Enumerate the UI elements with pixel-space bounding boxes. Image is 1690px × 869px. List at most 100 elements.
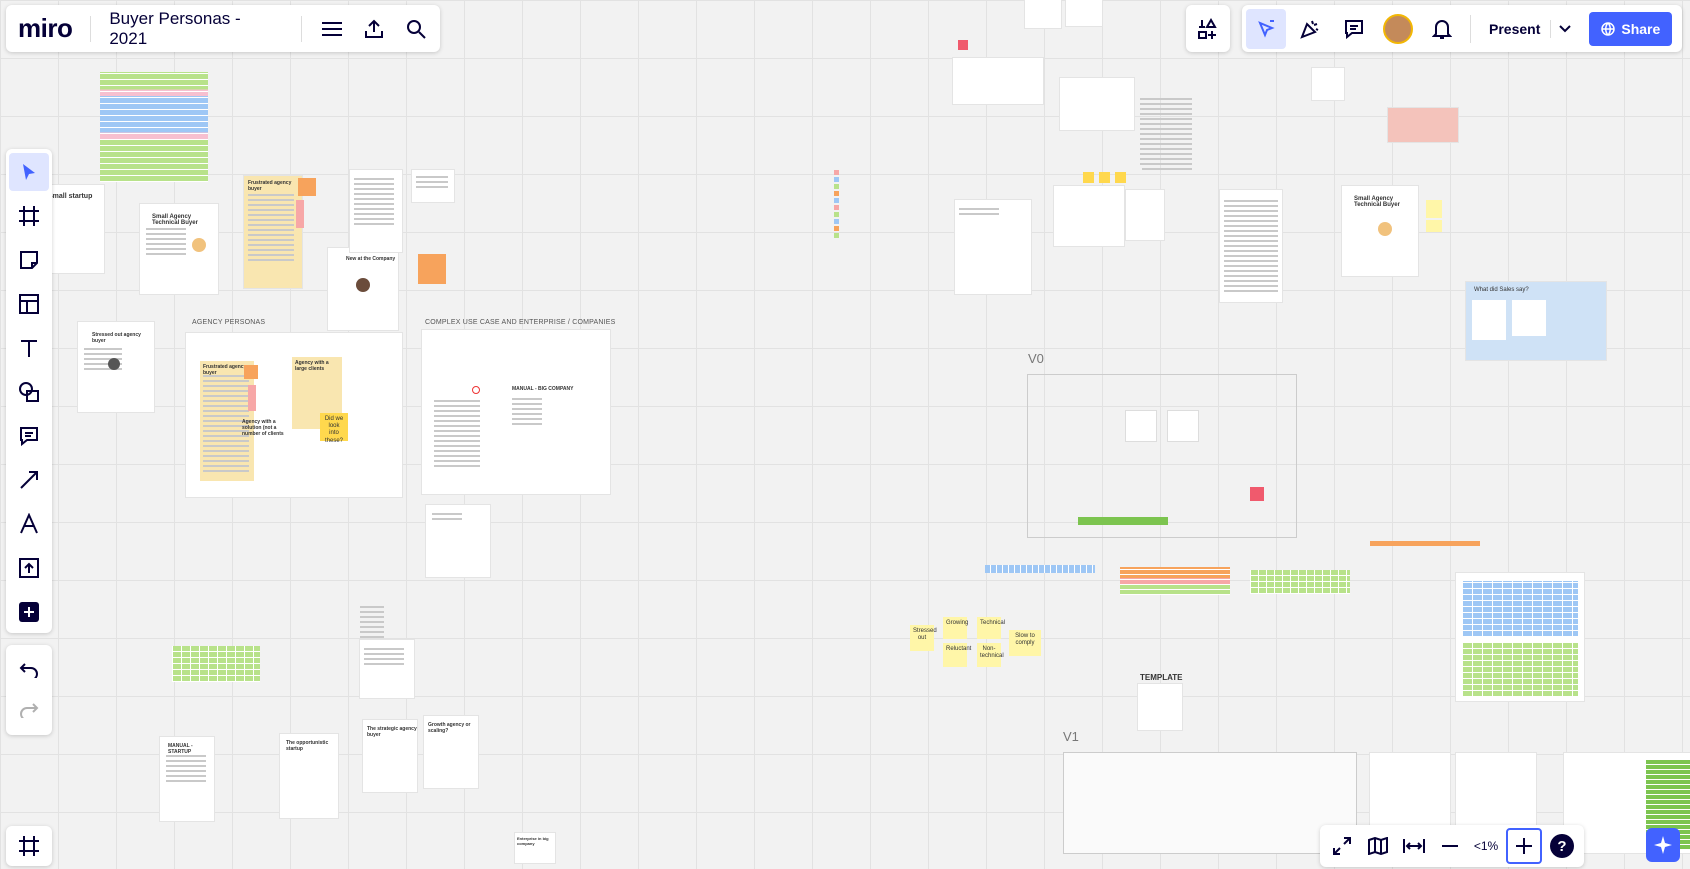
persona-note: Agency with a solution (not a number of … — [242, 419, 284, 437]
frame-small-agency-buyer[interactable]: Small Agency Technical Buyer — [140, 204, 218, 294]
sticky-non-technical[interactable]: Non-technical — [977, 643, 1004, 667]
notifications-bell-icon[interactable] — [1422, 9, 1462, 49]
frame-tool-icon[interactable] — [9, 197, 49, 235]
frame-title: Small Agency Technical Buyer — [152, 214, 198, 226]
frame-growth-agency[interactable]: Growth agency or scaling? — [424, 716, 478, 788]
doc-card[interactable] — [1220, 190, 1282, 302]
note-pink[interactable] — [1388, 108, 1458, 142]
doc-card[interactable] — [1126, 190, 1164, 240]
text-tool-icon[interactable] — [9, 329, 49, 367]
frame-opportunistic-startup[interactable]: The opportunistic startup — [280, 734, 338, 818]
fullscreen-icon[interactable] — [1326, 829, 1358, 863]
templates-tool-icon[interactable] — [9, 285, 49, 323]
connection-line-tool-icon[interactable] — [9, 461, 49, 499]
frame-template[interactable] — [1138, 684, 1182, 730]
minimap-icon[interactable] — [1362, 829, 1394, 863]
frame-manual-startup[interactable]: MANUAL - STARTUP — [160, 737, 214, 821]
frame-title: MANUAL - STARTUP — [168, 743, 193, 755]
undo-icon[interactable] — [11, 654, 47, 686]
frame-v1[interactable] — [1064, 753, 1356, 853]
doc-card[interactable]: Enterprise in big company — [515, 833, 555, 863]
comment-tool-icon[interactable] — [9, 417, 49, 455]
frame-title: Frustrated agency buyer — [248, 180, 292, 192]
divider — [1470, 14, 1471, 43]
grid-table-green — [172, 646, 260, 682]
sticky-slow-to-comply[interactable]: Slow to comply — [1009, 630, 1041, 656]
apps-button[interactable] — [1186, 5, 1230, 52]
board-title[interactable]: Buyer Personas - 2021 — [109, 9, 283, 49]
sticky-note[interactable] — [296, 200, 304, 228]
undo-redo-panel — [6, 645, 52, 735]
grid-table-right[interactable] — [1456, 573, 1584, 701]
frame-small-agency-buyer-right[interactable]: Small Agency Technical Buyer — [1342, 186, 1418, 276]
shapes-tool-icon[interactable] — [9, 373, 49, 411]
share-label: Share — [1621, 20, 1661, 37]
redo-icon[interactable] — [11, 694, 47, 726]
doc-card[interactable] — [1312, 68, 1344, 100]
frame-title: Small startup — [48, 193, 93, 200]
frame-new-at-company[interactable]: New at the Company — [328, 248, 398, 330]
frames-list-button[interactable] — [6, 826, 52, 866]
zoom-out-icon[interactable] — [1434, 829, 1466, 863]
ai-assist-button[interactable] — [1646, 828, 1680, 862]
doc-card[interactable] — [1025, 0, 1061, 28]
sticky-note[interactable] — [298, 178, 316, 196]
doc-card[interactable] — [1066, 0, 1102, 26]
fit-to-screen-icon[interactable] — [1398, 829, 1430, 863]
frame-strategic-buyer[interactable]: The strategic agency buyer — [363, 720, 417, 792]
frames-icon — [19, 836, 39, 856]
upload-tool-icon[interactable] — [9, 549, 49, 587]
zoom-level[interactable]: <1% — [1470, 839, 1502, 853]
zoom-in-icon[interactable] — [1506, 828, 1542, 864]
frame-stressed-buyer[interactable]: Stressed out agency buyer — [78, 322, 154, 412]
sticky-stressed-out[interactable]: Stressed out — [910, 625, 937, 651]
present-dropdown-chevron-icon[interactable] — [1550, 19, 1579, 38]
export-icon[interactable] — [362, 17, 386, 41]
stacked-lines — [1142, 98, 1192, 170]
sticky-note[interactable] — [1115, 172, 1126, 183]
select-tool-icon[interactable] — [9, 153, 49, 191]
doc-card[interactable] — [1054, 186, 1124, 246]
sticky-note-tool-icon[interactable] — [9, 241, 49, 279]
doc-card[interactable] — [953, 58, 1043, 104]
sticky-technical[interactable]: Technical — [977, 617, 1005, 639]
sticky-note[interactable] — [1426, 220, 1442, 232]
pen-tool-icon[interactable] — [9, 505, 49, 543]
frame-v0[interactable] — [1028, 375, 1296, 537]
sticky-growing[interactable]: Growing — [943, 617, 968, 639]
menu-icon[interactable] — [320, 17, 344, 41]
frame-what-sales-say[interactable]: What did Sales say? — [1466, 282, 1606, 360]
doc-card[interactable] — [426, 505, 490, 577]
frame-frustrated-buyer[interactable]: Frustrated agency buyer — [244, 176, 302, 288]
comment-icon[interactable] — [1334, 9, 1374, 49]
cursor-toggle-icon[interactable] — [1246, 8, 1286, 49]
doc-card[interactable] — [360, 640, 414, 698]
section-label-complex-use-case: COMPLEX USE CASE AND ENTERPRISE / COMPAN… — [425, 319, 616, 326]
miro-logo[interactable]: miro — [18, 13, 73, 44]
doc-card[interactable] — [350, 170, 402, 252]
celebrate-icon[interactable] — [1290, 9, 1330, 49]
doc-card[interactable] — [1060, 78, 1134, 130]
frame-agency-personas[interactable]: Frustrated agency buyer Agency with a la… — [186, 333, 402, 497]
doc-card[interactable] — [412, 170, 454, 202]
sticky-note[interactable] — [1083, 172, 1094, 183]
sticky-reluctant[interactable]: Reluctant — [943, 643, 971, 667]
share-button[interactable]: Share — [1589, 11, 1673, 46]
left-creation-toolbar — [6, 149, 52, 633]
grid-table-blue — [985, 565, 1095, 573]
help-icon[interactable]: ? — [1546, 829, 1578, 863]
present-button[interactable]: Present — [1479, 12, 1579, 46]
more-apps-plus-icon[interactable] — [9, 593, 49, 631]
doc-card[interactable] — [955, 200, 1031, 294]
board-header-panel: miro Buyer Personas - 2021 — [6, 5, 440, 52]
sticky-note[interactable] — [1099, 172, 1110, 183]
sticky-note[interactable] — [1426, 200, 1442, 218]
user-avatar[interactable] — [1378, 9, 1418, 49]
sticky-note-orange[interactable] — [418, 254, 446, 284]
frame-complex-use-case[interactable]: MANUAL - BIG COMPANY — [422, 330, 610, 494]
sticky-did-we-look[interactable]: Did we look into these? — [320, 413, 348, 444]
color-swatch-column — [834, 170, 844, 260]
board-canvas[interactable]: Small startup Small Agency Technical Buy… — [0, 0, 1690, 869]
grid-table-multicolor — [1120, 567, 1230, 595]
search-icon[interactable] — [404, 17, 428, 41]
